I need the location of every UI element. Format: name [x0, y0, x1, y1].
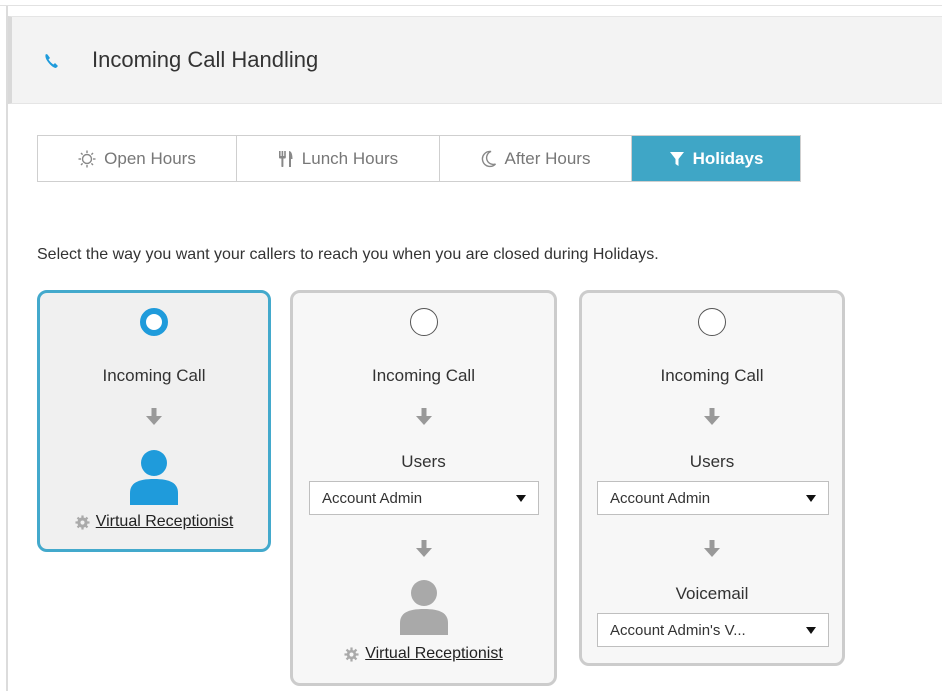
users-select[interactable]: Account Admin — [309, 481, 539, 515]
arrow-down-icon — [704, 408, 720, 425]
users-select-value: Account Admin — [610, 489, 711, 507]
left-border — [6, 6, 8, 691]
phone-icon — [45, 54, 58, 68]
option-card-users-voicemail[interactable]: Incoming Call Users Account Admin Voicem… — [579, 290, 845, 666]
incoming-call-label: Incoming Call — [372, 366, 475, 385]
tab-after-hours[interactable]: After Hours — [440, 136, 632, 181]
voicemail-select[interactable]: Account Admin's V... — [597, 613, 829, 647]
arrow-down-icon — [146, 408, 162, 425]
virtual-receptionist-row: Virtual Receptionist — [293, 645, 554, 663]
users-select[interactable]: Account Admin — [597, 481, 829, 515]
virtual-receptionist-link[interactable]: Virtual Receptionist — [365, 645, 503, 663]
user-icon — [399, 580, 448, 635]
users-select-value: Account Admin — [322, 489, 423, 507]
instruction-text: Select the way you want your callers to … — [37, 246, 659, 263]
incoming-call-label: Incoming Call — [102, 366, 206, 385]
page-title: Incoming Call Handling — [92, 47, 319, 72]
tab-label: After Hours — [504, 148, 591, 168]
incoming-call-label: Incoming Call — [660, 366, 764, 385]
caret-down-icon — [516, 495, 526, 502]
tab-label: Lunch Hours — [301, 148, 399, 168]
caret-down-icon — [806, 495, 816, 502]
tab-label: Open Hours — [104, 148, 196, 168]
top-strip — [0, 0, 942, 6]
filter-icon — [669, 151, 684, 166]
option-radio[interactable] — [698, 308, 726, 336]
arrow-down-icon — [415, 540, 432, 557]
gear-icon[interactable] — [344, 646, 359, 662]
hours-tabs: Open Hours Lunch Hours After Hours Holid… — [37, 135, 801, 182]
section-header: Incoming Call Handling — [8, 16, 942, 104]
utensils-icon — [278, 150, 293, 167]
tab-open-hours[interactable]: Open Hours — [38, 136, 237, 181]
users-label: Users — [689, 452, 735, 471]
user-icon — [130, 450, 178, 505]
tab-label: Holidays — [692, 148, 764, 168]
virtual-receptionist-row: Virtual Receptionist — [40, 513, 268, 531]
option-radio[interactable] — [140, 308, 168, 336]
tab-holidays[interactable]: Holidays — [632, 136, 800, 181]
users-label: Users — [401, 452, 446, 471]
option-radio[interactable] — [410, 308, 438, 336]
voicemail-select-value: Account Admin's V... — [610, 621, 746, 639]
arrow-down-icon — [415, 408, 432, 425]
gear-icon[interactable] — [75, 514, 90, 530]
voicemail-label: Voicemail — [675, 584, 749, 603]
option-card-users-receptionist[interactable]: Incoming Call Users Account Admin Virtua… — [290, 290, 557, 686]
option-card-virtual-receptionist[interactable]: Incoming Call Virtual Receptionist — [37, 290, 271, 552]
sun-icon — [78, 150, 96, 167]
caret-down-icon — [806, 627, 816, 634]
arrow-down-icon — [704, 540, 720, 557]
tab-lunch-hours[interactable]: Lunch Hours — [237, 136, 440, 181]
moon-icon — [481, 150, 496, 167]
virtual-receptionist-link[interactable]: Virtual Receptionist — [96, 513, 234, 531]
